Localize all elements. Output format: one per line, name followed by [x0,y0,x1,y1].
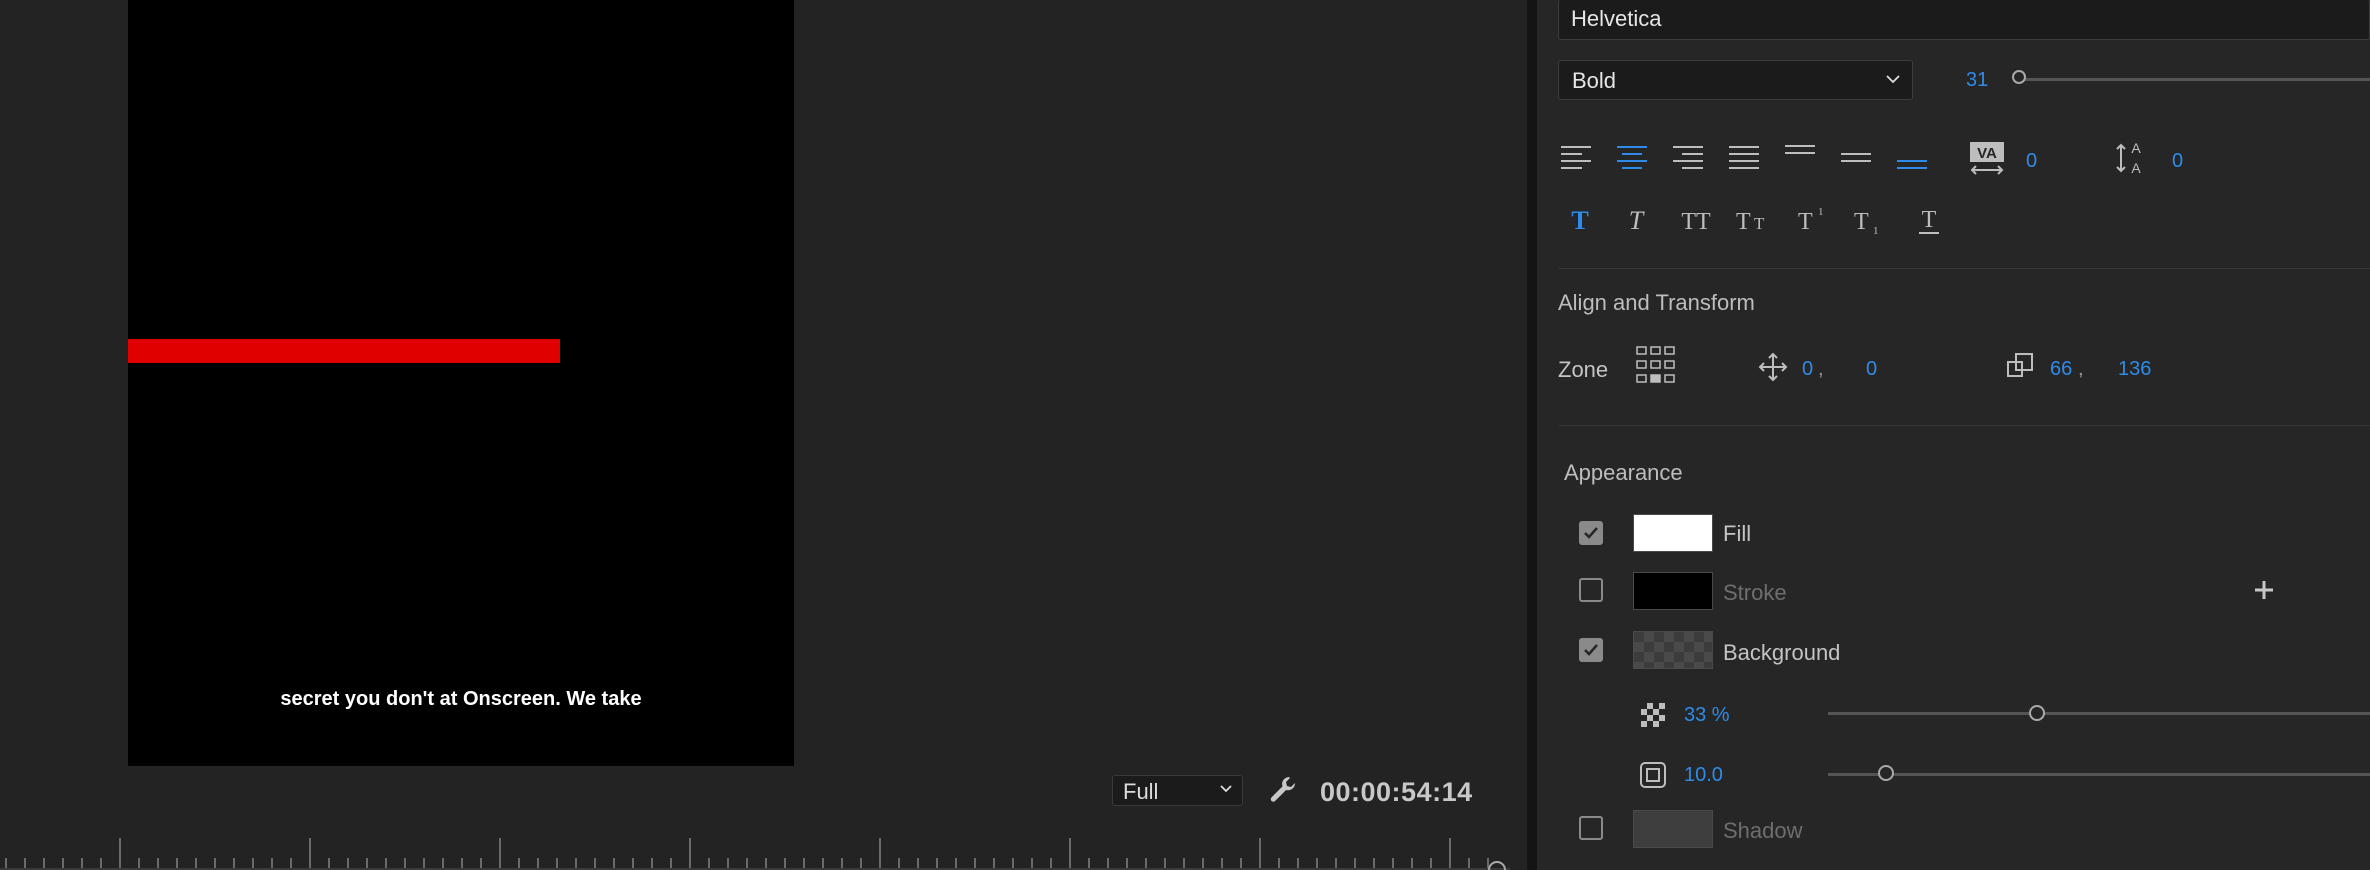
leading-value[interactable]: 0 [2172,150,2183,173]
playback-resolution-value: Full [1123,779,1159,804]
font-size-slider-track[interactable] [2020,78,2370,81]
svg-text:T: T [1798,209,1813,234]
zone-label: Zone [1558,357,1609,382]
fill-label: Fill [1723,521,1752,546]
font-style-dropdown[interactable]: Bold [1558,60,1913,100]
position-separator: , [1818,358,1824,380]
position-move-icon [1758,352,1788,382]
font-size-slider-handle[interactable] [2012,70,2026,84]
align-middle-icon[interactable] [1840,150,1872,170]
checkmark-icon [1584,644,1598,656]
corner-radius-icon [1640,762,1666,788]
fill-color-swatch[interactable] [1633,514,1713,552]
playhead-timecode[interactable]: 00:00:54:14 [1320,777,1473,808]
background-corner-slider-handle[interactable] [1878,765,1894,781]
align-top-icon[interactable] [1784,143,1816,163]
stroke-color-swatch[interactable] [1633,572,1713,610]
scale-separator: , [2078,358,2084,380]
add-stroke-icon[interactable] [2253,579,2275,601]
font-style-value: Bold [1572,68,1617,93]
all-caps-icon[interactable]: TT [1676,206,1716,234]
font-family-value: Helvetica [1571,6,1662,31]
kerning-icon: VA [1970,142,2004,175]
faux-italic-icon[interactable]: T [1622,206,1650,234]
playback-resolution-dropdown[interactable]: Full [1112,775,1243,806]
checkmark-icon [1584,527,1598,539]
svg-text:A: A [2131,160,2141,176]
align-bottom-icon[interactable] [1896,155,1928,175]
svg-text:T: T [1571,206,1588,234]
svg-text:A: A [2131,140,2141,156]
video-frame[interactable] [128,0,794,766]
background-opacity-slider-handle[interactable] [2029,705,2045,721]
position-y-value[interactable]: 0 [1866,358,1877,381]
svg-text:VA: VA [1977,145,1997,162]
background-color-swatch[interactable] [1633,631,1713,669]
font-size-value[interactable]: 31 [1966,69,1988,92]
align-right-icon[interactable] [1672,145,1704,171]
svg-text:T: T [1854,209,1869,235]
position-x-value[interactable]: 0 [1802,358,1813,381]
svg-text:T: T [1736,209,1751,234]
scale-width-value[interactable]: 66 [2050,358,2072,381]
background-opacity-value[interactable]: 33 % [1684,704,1730,727]
essential-graphics-panel [1537,0,2370,870]
shadow-label: Shadow [1723,818,1803,843]
panel-divider[interactable] [1527,0,1537,870]
subscript-icon[interactable]: T1 [1852,204,1886,236]
faux-bold-icon[interactable]: T [1566,206,1594,234]
scale-icon [2007,353,2033,377]
svg-text:T: T [1754,214,1765,233]
background-corner-slider-track[interactable] [1828,773,2370,776]
background-corner-value[interactable]: 10.0 [1684,764,1723,787]
svg-text:TT: TT [1681,209,1711,234]
time-ruler[interactable] [0,838,1510,870]
background-checkbox[interactable] [1579,638,1603,662]
background-opacity-slider-track[interactable] [1828,712,2370,715]
underline-icon[interactable]: T [1914,204,1944,236]
red-bar-graphic [128,339,560,363]
svg-text:1: 1 [1873,225,1879,236]
superscript-icon[interactable]: T1 [1796,204,1830,234]
shadow-color-swatch[interactable] [1633,810,1713,848]
kerning-value[interactable]: 0 [2026,150,2037,173]
leading-icon: A A [2116,140,2141,176]
shadow-checkbox[interactable] [1579,816,1603,840]
svg-text:1: 1 [1818,206,1824,218]
zone-grid-icon[interactable] [1636,345,1676,385]
justify-icon[interactable] [1728,145,1760,171]
scale-height-value[interactable]: 136 [2118,358,2151,381]
small-caps-icon[interactable]: TT [1734,206,1774,234]
section-divider [1558,425,2370,426]
chevron-down-icon [1886,75,1900,84]
section-divider [1558,268,2370,269]
stroke-checkbox[interactable] [1579,578,1603,602]
caption-text: secret you don't at Onscreen. We take [280,688,642,710]
font-family-dropdown[interactable]: Helvetica [1558,0,2370,40]
fill-checkbox[interactable] [1579,521,1603,545]
background-label: Background [1723,640,1841,665]
wrench-icon[interactable] [1268,774,1298,804]
opacity-checker-icon [1641,703,1665,727]
svg-text:T: T [1922,207,1937,233]
align-left-icon[interactable] [1560,145,1592,171]
appearance-title: Appearance [1564,460,1683,485]
align-center-icon[interactable] [1616,145,1648,171]
chevron-down-icon [1220,785,1232,793]
svg-text:T: T [1629,206,1645,234]
align-transform-title: Align and Transform [1558,290,1755,315]
stroke-label: Stroke [1723,580,1787,605]
